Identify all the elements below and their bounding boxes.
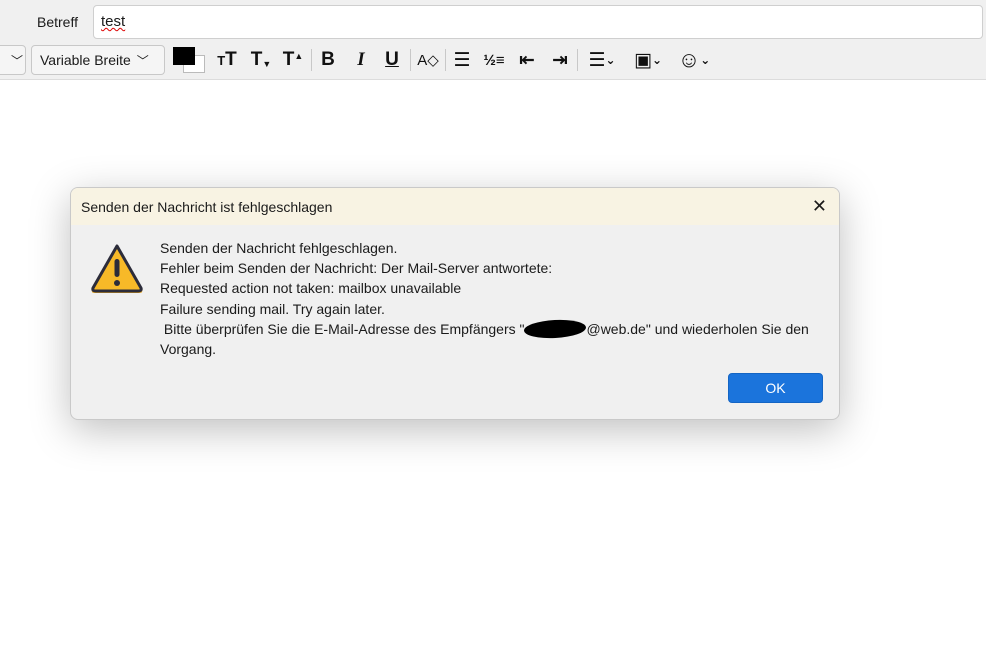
- ok-button[interactable]: OK: [728, 373, 823, 403]
- outdent-icon[interactable]: ⇤: [515, 46, 539, 74]
- message-line: Senden der Nachricht fehlgeschlagen.: [160, 240, 398, 256]
- close-icon[interactable]: ✕: [812, 196, 827, 217]
- chevron-down-icon: ﹀: [11, 53, 24, 68]
- subject-label: Betreff: [37, 14, 78, 30]
- message-line: Bitte überprüfen Sie die E-Mail-Adresse …: [160, 318, 820, 359]
- clear-format-icon[interactable]: A◇: [416, 46, 440, 74]
- chevron-down-icon: ﹀: [136, 53, 149, 68]
- font-select[interactable]: Variable Breite ﹀: [31, 45, 165, 75]
- align-menu-icon[interactable]: ☰ ⌄: [583, 46, 621, 74]
- send-error-dialog: Senden der Nachricht ist fehlgeschlagen …: [70, 187, 840, 420]
- font-smaller-icon[interactable]: TT: [214, 46, 240, 74]
- divider: [445, 49, 446, 71]
- message-line: Fehler beim Senden der Nachricht: Der Ma…: [160, 260, 553, 277]
- underline-icon[interactable]: U: [380, 46, 404, 74]
- message-line: Failure sending mail. Try again later.: [160, 300, 385, 317]
- font-subscript-icon[interactable]: T ▼: [248, 46, 274, 74]
- text-color-button[interactable]: [173, 47, 195, 65]
- dialog-title: Senden der Nachricht ist fehlgeschlagen: [81, 198, 333, 215]
- font-larger-icon[interactable]: T ▲: [280, 46, 306, 74]
- emoji-icon[interactable]: ☺ ⌄: [674, 46, 714, 74]
- message-line: Requested action not taken: mailbox unav…: [160, 280, 462, 297]
- divider: [311, 49, 312, 71]
- divider: [577, 49, 578, 71]
- compose-header: Betreff test ﹀ Variable Breite ﹀ TT T ▼ T ▲…: [0, 0, 986, 80]
- warning-icon: [91, 244, 143, 293]
- italic-icon[interactable]: I: [349, 46, 373, 74]
- indent-icon[interactable]: ⇥: [548, 46, 572, 74]
- divider: [410, 49, 411, 71]
- subject-input[interactable]: test: [93, 5, 983, 39]
- insert-image-icon[interactable]: ▣ ⌄: [628, 46, 668, 74]
- paragraph-format-select[interactable]: ﹀: [0, 45, 26, 75]
- bold-icon[interactable]: B: [316, 46, 340, 74]
- numbered-list-icon[interactable]: ½≡: [482, 46, 506, 74]
- redacted-email: [524, 318, 587, 340]
- error-message: Senden der Nachricht fehlgeschlagen. Feh…: [160, 238, 820, 359]
- dialog-titlebar: Senden der Nachricht ist fehlgeschlagen …: [71, 188, 839, 225]
- bullet-list-icon[interactable]: ☰: [450, 46, 474, 74]
